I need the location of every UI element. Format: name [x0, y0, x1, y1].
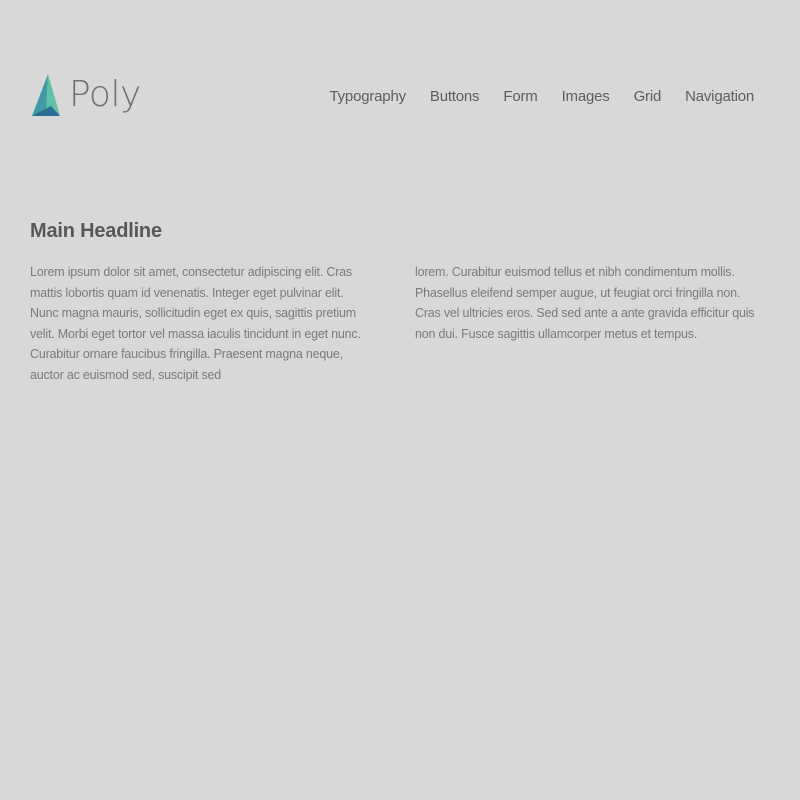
- nav-item-images[interactable]: Images: [562, 86, 610, 108]
- nav-item-navigation[interactable]: Navigation: [685, 86, 754, 108]
- triangle-logo-icon: [32, 74, 60, 116]
- nav-item-buttons[interactable]: Buttons: [430, 86, 480, 108]
- column-right-text: lorem. Curabitur euismod tellus et nibh …: [415, 265, 755, 341]
- text-columns: Lorem ipsum dolor sit amet, consectetur …: [30, 262, 760, 385]
- brand-link[interactable]: Poly: [30, 74, 141, 116]
- nav-item-form[interactable]: Form: [503, 86, 537, 108]
- brand-name: Poly: [69, 74, 141, 115]
- main-content: Main Headline Lorem ipsum dolor sit amet…: [30, 218, 760, 385]
- column-left-text: Lorem ipsum dolor sit amet, consectetur …: [30, 265, 361, 382]
- nav-item-typography[interactable]: Typography: [330, 86, 407, 108]
- main-navigation: Typography Buttons Form Images Grid Navi…: [330, 86, 755, 108]
- site-header: Poly Typography Buttons Form Images Grid…: [0, 0, 800, 140]
- main-headline: Main Headline: [30, 220, 162, 242]
- nav-item-grid[interactable]: Grid: [634, 86, 662, 108]
